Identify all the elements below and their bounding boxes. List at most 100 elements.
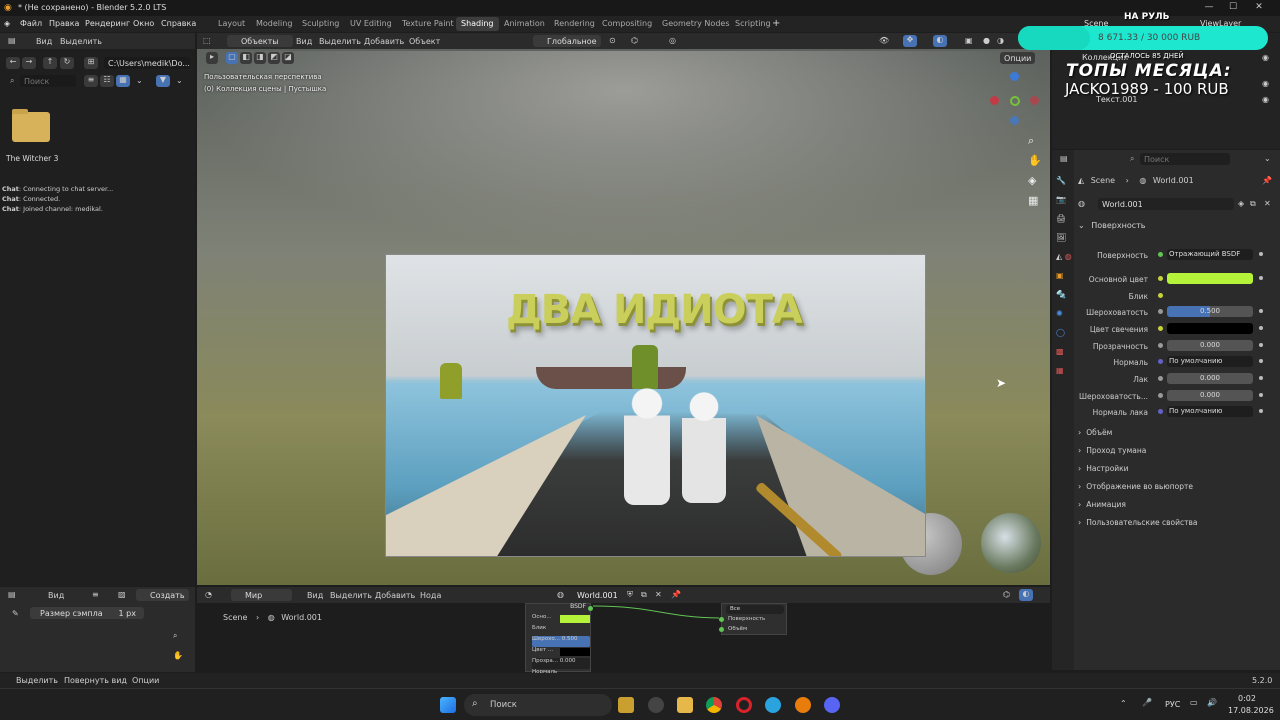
shading-material-icon[interactable]: ◑ xyxy=(997,36,1004,45)
filter-icon[interactable]: ▼ xyxy=(156,75,170,87)
refresh-icon[interactable]: ↻ xyxy=(60,57,74,69)
ne-node-menu[interactable]: Нода xyxy=(420,591,441,600)
chevron-down-icon[interactable]: ⌄ xyxy=(136,76,143,85)
ne-unlink-icon[interactable]: ✕ xyxy=(655,590,662,599)
props-chevron-icon[interactable]: ⌄ xyxy=(1264,154,1271,163)
list-view-icon[interactable]: ≡ xyxy=(84,75,98,87)
ne-select-menu[interactable]: Выделить xyxy=(330,591,372,600)
props-editor-icon[interactable]: ▤ xyxy=(1060,154,1068,163)
grid-view-icon[interactable]: ▦ xyxy=(116,75,130,87)
ie-list-icon[interactable]: ≡ xyxy=(92,590,99,599)
keyframe-dot[interactable] xyxy=(1259,409,1263,413)
menu-render[interactable]: Рендеринг xyxy=(85,19,130,28)
xray-icon[interactable]: ▣ xyxy=(965,36,973,45)
thumbs-view-icon[interactable]: ☷ xyxy=(100,75,114,87)
duplicate-icon[interactable]: ⧉ xyxy=(1250,199,1256,209)
data-tab-icon[interactable]: ▦ xyxy=(1056,366,1064,385)
select-invert-icon[interactable]: ◩ xyxy=(268,52,280,64)
bsdf-node[interactable]: BSDF Осно... Блик Шерохо... 0.500 Цвет .… xyxy=(525,603,593,675)
ne-shield-icon[interactable]: ⛨ xyxy=(627,590,633,600)
prop-field[interactable]: Отражающий BSDF xyxy=(1167,249,1253,260)
add-workspace-button[interactable]: + xyxy=(772,18,780,29)
eye-icon[interactable]: ◉ xyxy=(1262,53,1269,62)
socket-dot[interactable] xyxy=(1158,409,1163,414)
keyframe-dot[interactable] xyxy=(1259,326,1263,330)
prop-field[interactable] xyxy=(1167,290,1253,301)
keyframe-dot[interactable] xyxy=(1259,309,1263,313)
ne-overlay-icon[interactable]: ◐ xyxy=(1019,589,1033,601)
ie-pan-icon[interactable]: ✋ xyxy=(173,651,183,660)
opera-icon[interactable] xyxy=(736,697,752,713)
select-box-icon[interactable]: ▢ xyxy=(226,52,238,64)
menu-help[interactable]: Справка xyxy=(161,19,196,28)
file-explorer-icon[interactable] xyxy=(677,697,693,713)
vp-select-menu[interactable]: Выделить xyxy=(319,37,361,46)
ne-snap-icon[interactable]: ⌬ xyxy=(1003,590,1010,599)
ne-pin-icon[interactable]: 📌 xyxy=(671,590,681,599)
blender-menu-icon[interactable]: ◈ xyxy=(4,19,10,28)
collapsed-panel[interactable]: › Пользовательские свойства xyxy=(1078,518,1274,532)
fb-view-menu[interactable]: Вид xyxy=(36,37,52,46)
axis-z-icon[interactable] xyxy=(1010,72,1019,81)
vp-view-menu[interactable]: Вид xyxy=(296,37,312,46)
collapsed-panel[interactable]: › Отображение во вьюпорте xyxy=(1078,482,1274,496)
close-button[interactable]: ✕ xyxy=(1252,2,1266,14)
workspace-tab-texture-paint[interactable]: Texture Paint xyxy=(397,17,459,31)
forward-icon[interactable]: → xyxy=(22,57,36,69)
prop-field[interactable] xyxy=(1167,273,1253,284)
socket-dot[interactable] xyxy=(1158,293,1163,298)
pin-icon[interactable]: 📌 xyxy=(1262,176,1272,185)
workspace-tab-uv-editing[interactable]: UV Editing xyxy=(345,17,397,31)
vp-object-menu[interactable]: Объект xyxy=(409,37,440,46)
ortho-toggle-icon[interactable]: ▦ xyxy=(1028,194,1038,207)
socket-dot[interactable] xyxy=(1158,343,1163,348)
zoom-icon[interactable]: ⌕ xyxy=(1028,134,1034,148)
ie-zoom-icon[interactable]: ⌕ xyxy=(173,631,177,641)
pivot-icon[interactable]: ⊙ xyxy=(609,36,616,45)
volume-icon[interactable]: 🔊 xyxy=(1207,698,1217,707)
visibility-icon[interactable]: 👁 xyxy=(879,36,889,45)
volume-input-socket[interactable] xyxy=(719,627,724,632)
workspace-tab-shading[interactable]: Shading xyxy=(456,17,499,31)
telegram-icon[interactable] xyxy=(765,697,781,713)
keyframe-dot[interactable] xyxy=(1259,393,1263,397)
eye-icon[interactable]: ◉ xyxy=(1262,95,1269,104)
axis-neg-z-icon[interactable] xyxy=(1010,116,1019,125)
prop-field[interactable]: 0.000 xyxy=(1167,373,1253,384)
prop-field[interactable]: 0.500 xyxy=(1167,306,1253,317)
constraints-tab-icon[interactable]: ▩ xyxy=(1056,347,1064,366)
socket-dot[interactable] xyxy=(1158,359,1163,364)
microphone-icon[interactable]: 🎤 xyxy=(1142,698,1152,707)
world-output-node[interactable]: Все Поверхность Объём xyxy=(719,603,787,635)
back-icon[interactable]: ← xyxy=(6,57,20,69)
maximize-button[interactable]: ☐ xyxy=(1226,2,1240,14)
tray-chevron-icon[interactable]: ⌃ xyxy=(1120,699,1127,708)
prop-field[interactable]: По умолчанию xyxy=(1167,406,1253,417)
create-image-button[interactable]: Создать xyxy=(136,589,189,601)
scene-tab-icon[interactable]: ◭ xyxy=(1056,252,1062,271)
axis-y-icon[interactable] xyxy=(1010,96,1020,106)
clock-date[interactable]: 17.08.2026 xyxy=(1228,706,1274,715)
chrome-icon[interactable] xyxy=(706,697,722,713)
socket-dot[interactable] xyxy=(1158,393,1163,398)
minimize-button[interactable]: — xyxy=(1202,2,1216,14)
workspace-tab-animation[interactable]: Animation xyxy=(499,17,550,31)
sample-size-field[interactable]: Размер сэмпла 1 px xyxy=(30,607,144,619)
options-dropdown[interactable]: Опции xyxy=(1000,52,1036,64)
props-search-input[interactable]: Поиск xyxy=(1140,153,1230,165)
shading-solid-icon[interactable]: ● xyxy=(983,36,990,45)
navigation-gizmo[interactable] xyxy=(990,72,1040,125)
discord-icon[interactable] xyxy=(824,697,840,713)
socket-dot[interactable] xyxy=(1158,376,1163,381)
physics-tab-icon[interactable]: ◯ xyxy=(1056,328,1065,347)
proportional-icon[interactable]: ◎ xyxy=(669,36,676,45)
blender-taskbar-icon[interactable] xyxy=(795,697,811,713)
socket-dot[interactable] xyxy=(1158,326,1163,331)
collapsed-panel[interactable]: › Проход тумана xyxy=(1078,446,1274,460)
folder-item[interactable]: The Witcher 3 xyxy=(6,108,76,168)
eye-icon[interactable]: ◉ xyxy=(1262,79,1269,88)
world-browse-icon[interactable]: ◍ xyxy=(1078,199,1085,208)
image-browse-icon[interactable]: ▨ xyxy=(118,590,126,599)
socket-dot[interactable] xyxy=(1158,276,1163,281)
shader-type-selector[interactable]: Мир xyxy=(231,589,293,601)
